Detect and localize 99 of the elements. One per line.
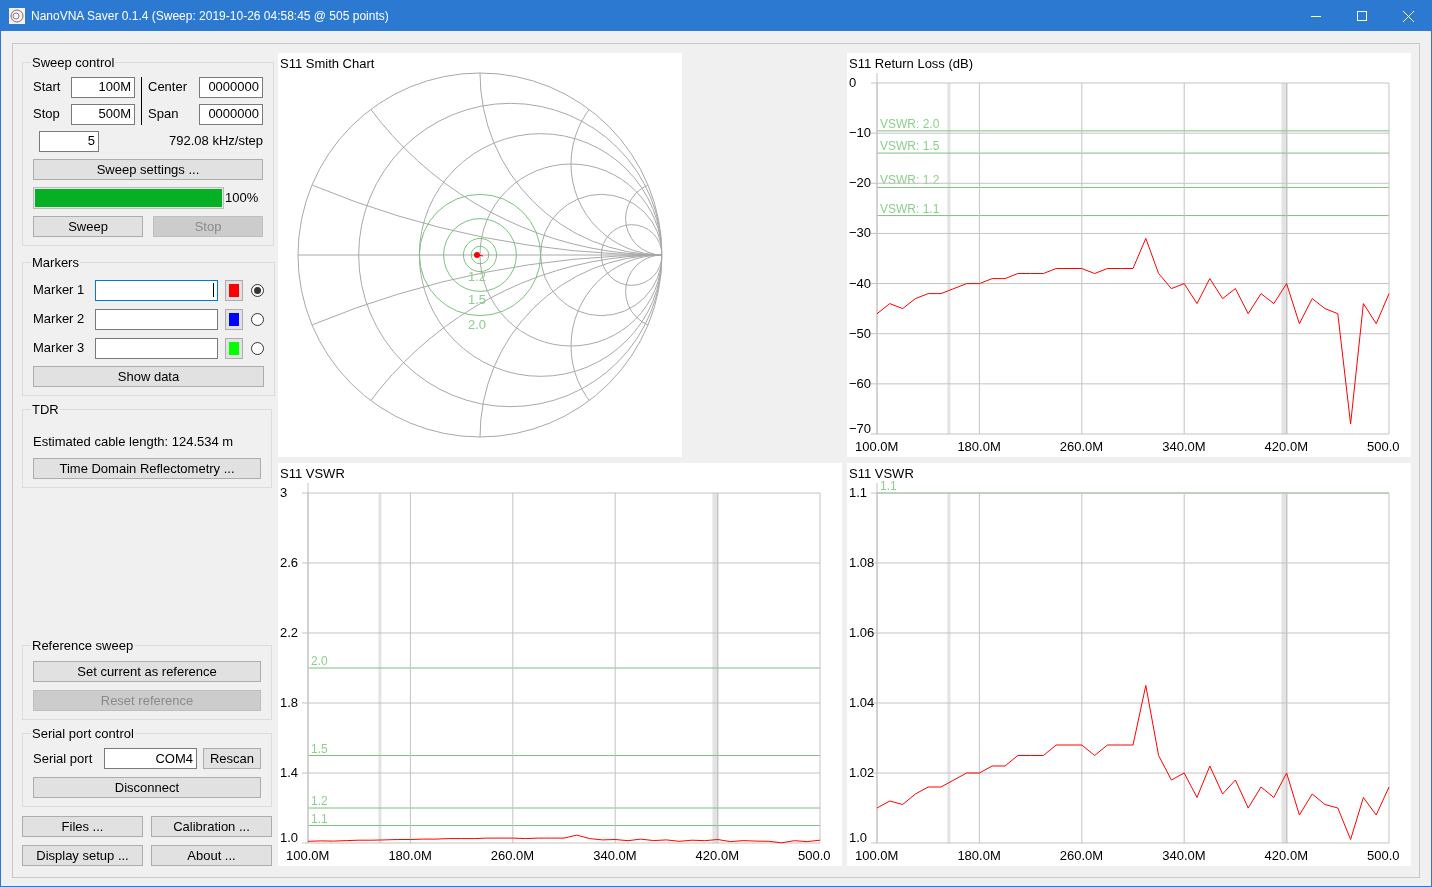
window-title: NanoVNA Saver 0.1.4 (Sweep: 2019-10-26 04:58:45 @ 505 points) — [31, 8, 389, 25]
segments-field[interactable]: 5 — [39, 130, 99, 152]
disconnect-button[interactable]: Disconnect — [33, 777, 261, 798]
axis-label: 420.0M — [695, 848, 739, 863]
step-text: 792.08 kHz/step — [169, 132, 263, 151]
axis-label: 1.1 — [849, 485, 868, 500]
axis-label: 1.8 — [280, 695, 299, 710]
axis-label: 500.0 — [1367, 848, 1400, 863]
trace-drawing — [474, 252, 484, 258]
axis-label: 180.0M — [957, 848, 1001, 863]
axis-label: 1.02 — [849, 765, 875, 780]
axis-label: 2.2 — [280, 625, 299, 640]
group-title: Serial port control — [31, 724, 135, 743]
axis-label: −30 — [849, 225, 872, 241]
axis-label: 3 — [280, 485, 288, 500]
field-label: Serial port — [33, 749, 94, 768]
vswr-label: VSWR: 1.1 — [880, 201, 940, 216]
menu-button[interactable]: About ... — [151, 845, 272, 866]
radio-button[interactable] — [251, 283, 264, 297]
axis-label: 260.0M — [1059, 439, 1104, 454]
menu-button[interactable]: Calibration ... — [151, 816, 272, 837]
marker-field[interactable] — [95, 279, 218, 301]
vswr-label: VSWR: 1.5 — [880, 139, 940, 154]
span-field[interactable]: 0000000 — [199, 103, 263, 125]
vswr-label: 1.1 — [311, 811, 328, 826]
axis-label: 180.0M — [388, 848, 432, 863]
field-label: Start — [33, 78, 62, 97]
axis-label: 100.0M — [855, 848, 899, 863]
marker-label: Marker 1 — [33, 281, 86, 300]
chart-title: S11 Return Loss (dB) — [849, 56, 974, 71]
marker-field[interactable] — [95, 308, 218, 330]
axis-label: 100.0M — [286, 848, 330, 863]
group-title: Sweep control — [31, 54, 116, 72]
chart-title: S11 VSWR — [280, 466, 345, 481]
color-swatch[interactable] — [225, 308, 243, 330]
app-icon — [9, 8, 25, 24]
axis-label: −70 — [849, 421, 872, 436]
settings-button[interactable]: Sweep settings ... — [33, 158, 263, 180]
axis-label: 1.0 — [849, 830, 868, 845]
axis-label: 260.0M — [1059, 848, 1104, 863]
radio-button[interactable] — [251, 341, 264, 355]
vswr-label: 1.2 — [311, 794, 328, 808]
axis-label: −50 — [849, 325, 872, 341]
vswr-label: 1.1 — [880, 479, 897, 493]
vswr-label: 2.0 — [311, 654, 328, 668]
tdr-button[interactable]: Time Domain Reflectometry ... — [33, 458, 261, 479]
field-label: Span — [148, 105, 180, 124]
rescan-button[interactable]: Rescan — [203, 748, 261, 769]
progress-text: 100% — [225, 188, 259, 207]
axis-label: 1.4 — [280, 765, 299, 780]
marker-label: Marker 3 — [33, 339, 86, 358]
circle-label: 1.5 — [468, 292, 487, 307]
field-label: Stop — [33, 105, 61, 124]
vswr-label: VSWR: 1.2 — [880, 173, 940, 188]
axis-label: 340.0M — [1162, 439, 1206, 454]
axis-label: 1.06 — [849, 625, 875, 640]
axis-label: 100.0M — [855, 439, 899, 454]
axis-label: 2.6 — [280, 555, 299, 570]
vswr-label: 1.5 — [311, 741, 328, 756]
axis-label: −60 — [849, 375, 872, 391]
field-label: Center — [148, 78, 189, 97]
marker-label: Marker 2 — [33, 310, 86, 329]
chart-title: S11 VSWR — [849, 466, 914, 481]
group-title: Reference sweep — [31, 637, 135, 655]
radio-button[interactable] — [251, 312, 264, 326]
circle-label: 1.2 — [468, 269, 487, 284]
menu-button[interactable]: Display setup ... — [22, 845, 143, 866]
axis-label: 1.08 — [849, 555, 875, 570]
axis-label: 0 — [849, 75, 857, 90]
show-data-button[interactable]: Show data — [33, 365, 264, 387]
menu-button[interactable]: Files ... — [22, 816, 143, 837]
sweep-button[interactable]: Sweep — [33, 215, 143, 237]
cable-length-text: Estimated cable length: 124.534 m — [33, 434, 234, 449]
axis-label: 500.0 — [1367, 439, 1400, 454]
axis-label: 420.0M — [1264, 439, 1308, 454]
axis-label: −40 — [849, 275, 872, 291]
color-swatch[interactable] — [225, 337, 243, 359]
marker-field[interactable] — [95, 337, 218, 359]
reference-button[interactable]: Set current as reference — [33, 660, 261, 682]
group-title: TDR — [31, 400, 60, 419]
axis-label: 1.0 — [280, 830, 299, 845]
circle-label: 2.0 — [468, 317, 487, 332]
center-field[interactable]: 0000000 — [199, 76, 263, 98]
axis-label: −20 — [849, 175, 872, 191]
color-swatch[interactable] — [225, 279, 243, 301]
axis-label: 420.0M — [1264, 848, 1308, 863]
axis-label: 260.0M — [490, 848, 535, 863]
axis-label: 340.0M — [593, 848, 637, 863]
axis-label: 340.0M — [1162, 848, 1206, 863]
axis-label: −10 — [849, 125, 872, 141]
axis-label: 180.0M — [957, 439, 1001, 454]
stop-field[interactable]: 500M — [71, 103, 135, 125]
axis-label: 500.0 — [798, 848, 831, 863]
serial-port-field[interactable]: COM4 — [104, 748, 197, 769]
group-title: Markers — [31, 254, 80, 272]
start-field[interactable]: 100M — [71, 76, 135, 98]
chart-title: S11 Smith Chart — [280, 56, 375, 71]
vswr-label: VSWR: 2.0 — [880, 116, 940, 131]
axis-label: 1.04 — [849, 695, 875, 710]
